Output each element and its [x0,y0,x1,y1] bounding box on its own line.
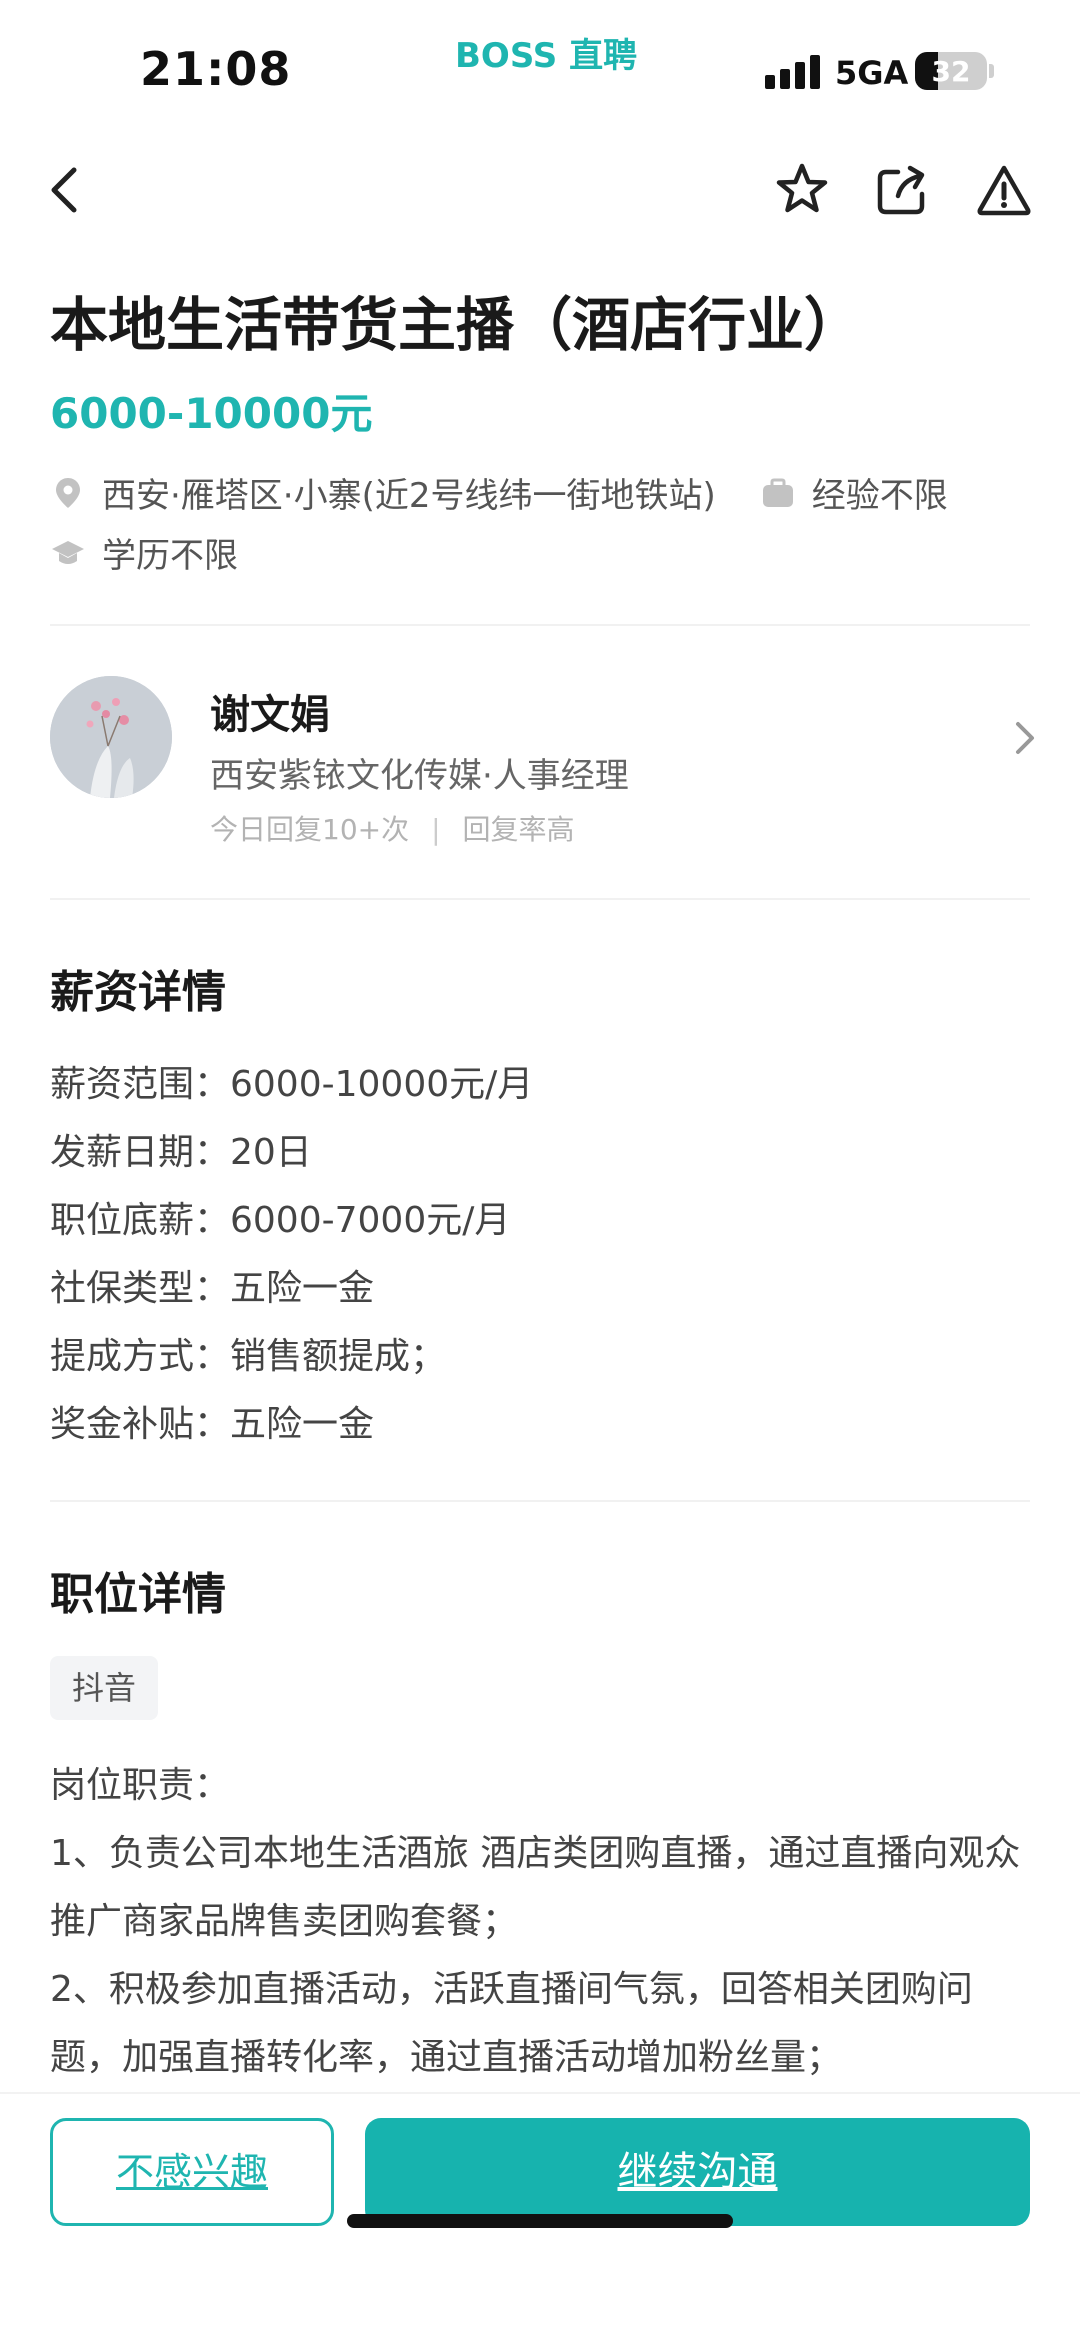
job-meta-row: 西安·雁塔区·小寨(近2号线纬一街地铁站) 经验不限 [50,468,948,517]
location-pin-icon [50,475,86,511]
back-arrow-icon[interactable] [36,160,96,220]
divider [50,898,1030,900]
reply-rate: 回复率高 [462,813,575,846]
recruiter-reply-info: 今日回复10+次 | 回复率高 [210,808,575,848]
job-description: 岗位职责： 1、负责公司本地生活酒旅 酒店类团购直播，通过直播向观众推广商家品牌… [50,1752,1040,2092]
recruiter-name[interactable]: 谢文娟 [210,682,330,740]
salary-detail-item: 职位底薪：6000-7000元/月 [50,1200,511,1241]
description-paragraph: 2、积极参加直播活动，活跃直播间气氛，回答相关团购问题，加强直播转化率，通过直播… [50,1969,973,2078]
home-indicator[interactable] [347,2214,733,2228]
recruiter-company: 西安紫铱文化传媒·人事经理 [210,756,629,796]
job-location[interactable]: 西安·雁塔区·小寨(近2号线纬一街地铁站) [102,468,716,517]
divider [50,624,1030,626]
description-paragraph: 1、负责公司本地生活酒旅 酒店类团购直播，通过直播向观众推广商家品牌售卖团购套餐… [50,1833,1021,1942]
battery-tip [989,64,994,78]
star-icon[interactable] [772,160,832,220]
job-experience: 经验不限 [811,476,948,516]
briefcase-icon [760,475,796,511]
status-time: 21:08 [140,42,292,96]
salary-detail-item: 薪资范围：6000-10000元/月 [50,1064,534,1105]
reply-count: 今日回复10+次 [210,813,410,846]
not-interested-button[interactable]: 不感兴趣 [50,2118,334,2226]
job-title: 本地生活带货主播（酒店行业） [50,291,863,359]
job-details-title: 职位详情 [50,1569,226,1620]
salary-detail-item: 社保类型：五险一金 [50,1268,375,1309]
recruiter-avatar[interactable] [50,676,172,798]
job-meta-row-2: 学历不限 [50,528,238,577]
battery-percent: 32 [931,55,971,88]
salary-details-title: 薪资详情 [50,967,226,1018]
signal-icon [765,55,821,89]
share-icon[interactable] [872,160,932,220]
salary-detail-item: 发薪日期：20日 [50,1132,312,1173]
salary-detail-item: 奖金补贴：五险一金 [50,1404,375,1445]
battery-icon: 32 [915,52,987,90]
chevron-right-icon[interactable] [1008,718,1040,758]
salary-detail-item: 提成方式：销售额提成； [50,1336,447,1377]
status-app-label: BOSS 直聘 [455,36,638,76]
network-label: 5GA [835,54,909,92]
job-education: 学历不限 [102,536,238,576]
description-paragraph: 岗位职责： [50,1765,231,1806]
warning-icon[interactable] [974,160,1034,220]
job-salary: 6000-10000元 [50,389,373,438]
continue-chat-button[interactable]: 继续沟通 [365,2118,1030,2226]
platform-tag: 抖音 [50,1656,159,1720]
status-bar: 21:08 BOSS 直聘 5GA 32 [0,0,1080,140]
divider [50,1500,1030,1502]
graduation-cap-icon [50,535,86,571]
reply-separator: | [431,813,441,846]
